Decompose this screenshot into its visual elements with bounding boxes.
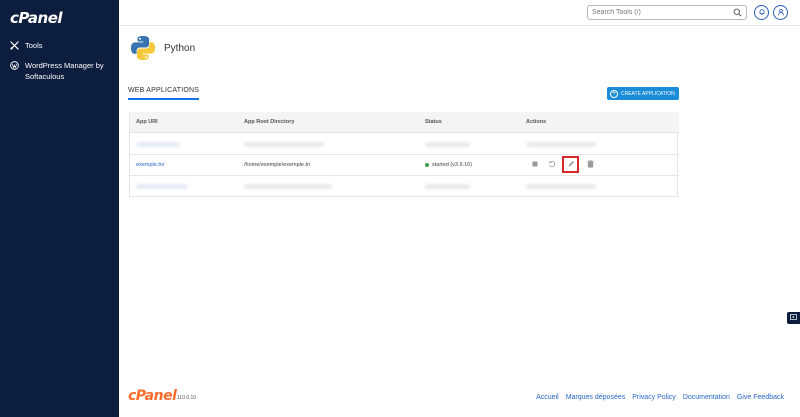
redacted-actions <box>526 142 596 147</box>
redacted-uri <box>136 142 180 147</box>
edit-app-button[interactable] <box>562 156 579 173</box>
version-label: 110.0.10 <box>177 395 197 401</box>
sidebar-item-label: WordPress Manager by Softaculous <box>25 61 104 81</box>
create-application-button[interactable]: + CREATE APPLICATION <box>607 87 679 100</box>
footer-link-trademarks[interactable]: Marques déposées <box>566 394 626 401</box>
redacted-actions <box>526 184 596 189</box>
table-header: App URI App Root Directory Status Action… <box>130 112 679 133</box>
redacted-status <box>425 142 470 147</box>
trash-icon <box>587 159 594 170</box>
python-logo-icon <box>130 35 156 61</box>
stop-icon <box>532 161 538 169</box>
search-icon[interactable] <box>733 8 742 19</box>
table-row <box>130 134 679 155</box>
redacted-root <box>244 184 332 189</box>
sidebar-item-label: Tools <box>25 41 43 50</box>
create-application-label: CREATE APPLICATION <box>621 90 675 97</box>
sidebar-item-wordpress-manager[interactable]: WordPress Manager by Softaculous <box>10 60 115 82</box>
plus-circle-icon: + <box>610 89 618 98</box>
column-header-actions: Actions <box>526 119 547 125</box>
column-header-app-root: App Root Directory <box>244 119 295 125</box>
feedback-side-tab[interactable] <box>787 312 800 324</box>
redacted-root <box>244 142 324 147</box>
feedback-icon <box>790 314 797 322</box>
bell-icon <box>758 8 766 18</box>
column-header-status: Status <box>425 119 442 125</box>
restart-app-button[interactable] <box>546 159 557 170</box>
footer-links: Accueil Marques déposées Privacy Policy … <box>536 394 784 401</box>
cpanel-logo[interactable]: cPanel <box>10 9 63 27</box>
table-row: exemple.tn/ /home/exemple/exemple.tn sta… <box>130 155 679 176</box>
footer-cpanel-logo[interactable]: cPanel <box>128 388 177 404</box>
table-row <box>130 176 679 197</box>
column-header-app-uri: App URI <box>136 119 158 125</box>
footer-link-documentation[interactable]: Documentation <box>683 394 730 401</box>
tools-icon <box>10 41 19 50</box>
status-cell: started (v3.9.16) <box>425 162 472 168</box>
page-title: Python <box>164 43 196 54</box>
pencil-icon <box>567 160 575 170</box>
app-uri-link[interactable]: exemple.tn/ <box>136 162 164 168</box>
stop-app-button[interactable] <box>529 159 540 170</box>
search-box[interactable] <box>587 5 747 20</box>
redacted-uri <box>136 184 188 189</box>
status-text: started (v3.9.16) <box>432 162 473 168</box>
notifications-button[interactable] <box>754 5 769 20</box>
delete-app-button[interactable] <box>585 159 596 170</box>
search-input[interactable] <box>588 6 728 19</box>
footer-link-privacy[interactable]: Privacy Policy <box>632 394 676 401</box>
footer-link-feedback[interactable]: Give Feedback <box>737 394 784 401</box>
sidebar: cPanel Tools WordPress Manager by Softac… <box>0 0 119 417</box>
redacted-status <box>425 184 470 189</box>
applications-table: App URI App Root Directory Status Action… <box>129 112 679 197</box>
status-started-icon <box>425 162 429 167</box>
tab-web-applications[interactable]: WEB APPLICATIONS <box>128 87 200 100</box>
restart-icon <box>548 160 556 170</box>
user-menu-button[interactable] <box>773 5 788 20</box>
user-icon <box>777 8 785 18</box>
wordpress-icon <box>10 61 19 70</box>
app-root-directory: /home/exemple/exemple.tn <box>244 162 311 168</box>
footer-link-home[interactable]: Accueil <box>536 394 559 401</box>
sidebar-item-tools[interactable]: Tools <box>10 40 43 51</box>
